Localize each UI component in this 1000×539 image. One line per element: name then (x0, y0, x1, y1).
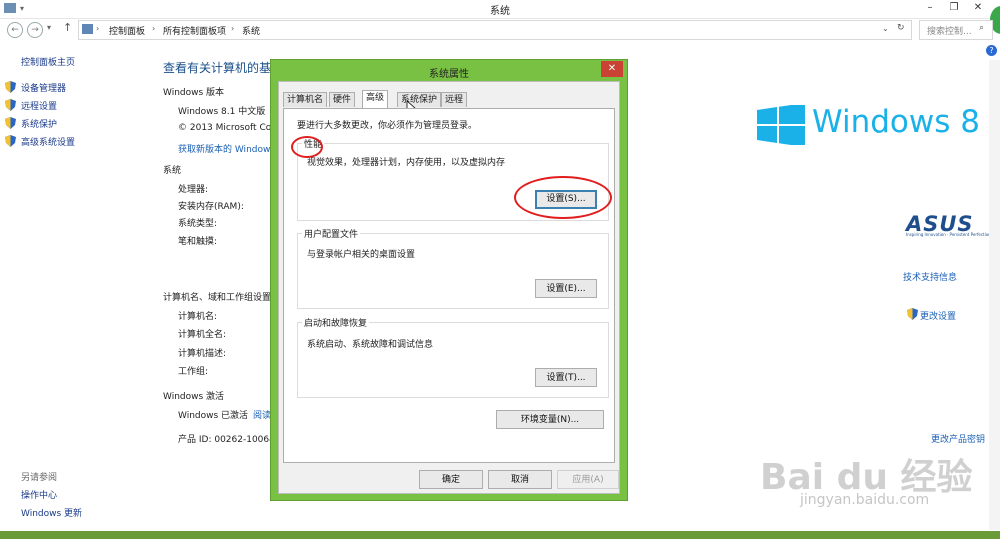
change-product-key-link[interactable]: 更改产品密钥 (931, 432, 985, 445)
page-title: 查看有关计算机的基 (163, 61, 272, 75)
chevron-down-icon[interactable]: ⌄ (882, 24, 889, 33)
scrollbar[interactable] (989, 60, 1000, 530)
apply-button[interactable]: 应用(A) (557, 470, 619, 489)
windows-logo-icon (757, 105, 805, 145)
tab-hardware[interactable]: 硬件 (329, 92, 356, 107)
control-panel-icon (82, 24, 93, 34)
user-profiles-settings-button[interactable]: 设置(E)... (535, 279, 597, 298)
user-profiles-description: 与登录帐户相关的桌面设置 (307, 250, 416, 260)
workgroup-label: 工作组: (178, 367, 209, 377)
brand-tagline: Inspiring Innovation · Persistent Perfec… (906, 232, 991, 237)
search-icon[interactable]: ⌕ (979, 23, 984, 33)
search-placeholder: 搜索控制... (927, 27, 972, 37)
shield-icon (5, 81, 16, 93)
edition-heading: Windows 版本 (163, 88, 225, 98)
tab-remote[interactable]: 远程 (441, 92, 468, 107)
up-button[interactable]: ↑ (63, 21, 72, 34)
maximize-button[interactable]: ❐ (942, 0, 966, 16)
chevron-right-icon[interactable]: › (152, 24, 155, 33)
cancel-button[interactable]: 取消 (488, 470, 552, 489)
chevron-right-icon[interactable]: › (96, 24, 99, 33)
windows-update-link[interactable]: Windows 更新 (21, 506, 82, 519)
computer-name-label: 计算机名: (178, 312, 218, 322)
breadcrumb-item[interactable]: 控制面板 (109, 24, 145, 37)
ram-label: 安装内存(RAM): (178, 202, 244, 212)
tab-computer-name[interactable]: 计算机名 (283, 92, 328, 107)
pen-touch-label: 笔和触摸: (178, 237, 218, 247)
sidebar-item-remote-settings[interactable]: 远程设置 (21, 99, 57, 112)
get-new-windows-link[interactable]: 获取新版本的 Windows (178, 142, 275, 155)
change-settings-link[interactable]: 更改设置 (920, 309, 956, 322)
edition-value: Windows 8.1 中文版 (178, 107, 266, 117)
startup-recovery-settings-button[interactable]: 设置(T)... (535, 368, 597, 387)
chevron-right-icon[interactable]: › (231, 24, 234, 33)
user-profiles-title: 用户配置文件 (302, 227, 361, 240)
copyright-text: © 2013 Microsoft Co (178, 123, 272, 133)
description-label: 计算机描述: (178, 349, 227, 359)
minimize-button[interactable]: – (918, 0, 942, 16)
breadcrumb-item[interactable]: 所有控制面板项 (163, 24, 226, 37)
close-button[interactable]: ✕ (966, 0, 990, 16)
control-panel-home-link[interactable]: 控制面板主页 (21, 55, 75, 68)
shield-icon (907, 308, 918, 320)
admin-note: 要进行大多数更改，你必须作为管理员登录。 (297, 121, 478, 131)
tab-advanced[interactable]: 高级 (362, 90, 389, 108)
startup-recovery-title: 启动和故障恢复 (302, 316, 370, 329)
computer-name-heading: 计算机名、域和工作组设置 (163, 293, 272, 303)
sidebar-item-device-manager[interactable]: 设备管理器 (21, 81, 66, 94)
performance-description: 视觉效果，处理器计划，内存使用，以及虚拟内存 (307, 158, 506, 168)
forward-button[interactable]: → (27, 22, 43, 38)
dialog-title: 系统属性 (429, 69, 469, 80)
back-button[interactable]: ← (7, 22, 23, 38)
see-also-heading: 另请参阅 (21, 473, 58, 483)
shield-icon (5, 135, 16, 147)
annotation-circle (291, 136, 323, 158)
recent-pages-icon[interactable]: ▾ (47, 23, 51, 32)
user-profiles-group: 用户配置文件 与登录帐户相关的桌面设置 设置(E)... (297, 227, 609, 309)
windows-8-logo-text: Windows 8 (812, 104, 980, 140)
shield-icon (5, 117, 16, 129)
shield-icon (5, 99, 16, 111)
startup-recovery-group: 启动和故障恢复 系统启动、系统故障和调试信息 设置(T)... (297, 316, 609, 398)
ok-button[interactable]: 确定 (419, 470, 483, 489)
tab-system-protection[interactable]: 系统保护 (397, 92, 442, 107)
support-info-link[interactable]: 技术支持信息 (903, 270, 957, 283)
dialog-body: 计算机名 硬件 高级 系统保护 远程 要进行大多数更改，你必须作为管理员登录。 … (278, 81, 620, 494)
activation-status: Windows 已激活 (178, 411, 249, 421)
system-properties-dialog: 系统属性 ✕ 计算机名 硬件 高级 系统保护 远程 要进行大多数更改，你必须作为… (270, 59, 628, 501)
address-bar[interactable]: › 控制面板 › 所有控制面板项 › 系统 ⌄ ↻ (78, 20, 912, 40)
breadcrumb-item[interactable]: 系统 (242, 24, 260, 37)
full-name-label: 计算机全名: (178, 330, 227, 340)
annotation-circle (514, 176, 612, 219)
search-input[interactable]: 搜索控制... ⌕ (919, 20, 993, 40)
activation-heading: Windows 激活 (163, 392, 225, 402)
system-type-label: 系统类型: (178, 219, 218, 229)
taskbar (0, 531, 1000, 539)
product-id: 产品 ID: 00262-10064 (178, 435, 275, 445)
startup-recovery-description: 系统启动、系统故障和调试信息 (307, 340, 434, 350)
processor-label: 处理器: (178, 185, 209, 195)
environment-variables-button[interactable]: 环境变量(N)... (496, 410, 604, 429)
title-bar: ▾ 系统 – ❐ ✕ (0, 0, 1000, 19)
help-icon[interactable]: ? (986, 45, 997, 56)
baidu-watermark-url: jingyan.baidu.com (800, 492, 930, 508)
dialog-close-button[interactable]: ✕ (601, 61, 623, 77)
sidebar-item-system-protection[interactable]: 系统保护 (21, 117, 57, 130)
refresh-icon[interactable]: ↻ (897, 23, 905, 33)
window-title: 系统 (490, 6, 510, 17)
system-heading: 系统 (163, 166, 182, 176)
action-center-link[interactable]: 操作中心 (21, 488, 57, 501)
advanced-tab-panel: 要进行大多数更改，你必须作为管理员登录。 性能 视觉效果，处理器计划，内存使用，… (283, 108, 615, 463)
sidebar-item-advanced-settings[interactable]: 高级系统设置 (21, 135, 75, 148)
read-license-link[interactable]: 阅读 (253, 408, 271, 421)
